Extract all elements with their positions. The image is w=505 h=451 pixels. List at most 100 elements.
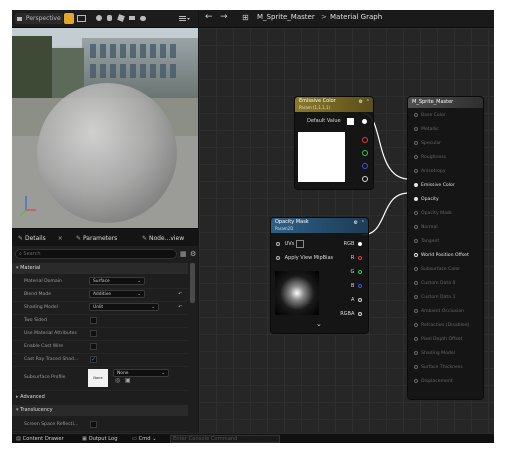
navigate-icon[interactable]: ◎ (115, 377, 120, 385)
input-pin-custom-data-0[interactable]: Custom Data 0 (414, 279, 455, 289)
show-icon[interactable] (77, 13, 91, 24)
emissive-color-node-header[interactable]: Emissive Color Param (1,1,1,1) ⚙ ⌃ (295, 97, 373, 112)
material-domain-dropdown[interactable]: Surface ⌄ (89, 277, 145, 285)
input-pin-custom-data-1[interactable]: Custom Data 1 (414, 293, 455, 303)
input-pin-displacement[interactable]: Displacement (414, 377, 453, 387)
section-translucency[interactable]: ▾ Translucency (12, 405, 188, 416)
back-arrow-icon[interactable]: ← (205, 12, 213, 22)
cast-ray-traced-checkbox[interactable]: ✓ (90, 356, 97, 363)
subsurface-thumbnail[interactable]: None (88, 369, 108, 387)
rgb-output[interactable]: RGB (344, 239, 362, 249)
tab-node-view[interactable]: ✎ Node...view (142, 232, 198, 245)
opacity-mask-node[interactable]: Opacity Mask Param2D ⚙ ⌃ UVs Apply View … (271, 218, 368, 333)
g-output[interactable]: G (351, 267, 362, 277)
plane-icon[interactable] (129, 13, 136, 24)
input-pin-tangent[interactable]: Tangent (414, 237, 439, 247)
input-pin-anisotropy[interactable]: Anisotropy (414, 167, 446, 177)
a-output-pin[interactable] (362, 176, 368, 182)
preview-viewport[interactable] (12, 28, 198, 228)
input-pin-shading-model[interactable]: Shading Model (414, 349, 455, 359)
input-pin-base-color[interactable]: Base Color (414, 111, 446, 121)
section-material[interactable]: ▾ Material (12, 263, 188, 274)
close-icon[interactable]: × (58, 235, 63, 242)
screen-space-reflections-checkbox[interactable] (90, 421, 97, 428)
enable-cast-wire-checkbox[interactable] (90, 343, 97, 350)
reset-icon[interactable]: ↶ (178, 288, 182, 301)
uvs-value-box[interactable] (295, 239, 304, 248)
pin-dot (414, 294, 418, 299)
console-input[interactable]: Enter Console Command (170, 435, 280, 443)
browse-icon[interactable]: ▣ (125, 377, 131, 385)
viewport-toolbar: Perspective (12, 10, 198, 28)
use-material-attributes-checkbox[interactable] (90, 330, 97, 337)
grid-view-icon[interactable]: ▦ (180, 250, 188, 258)
details-scrollbar[interactable] (190, 263, 195, 303)
search-placeholder: Search (23, 251, 41, 257)
blend-mode-label: Blend Mode (24, 292, 52, 297)
material-result-node[interactable]: M_Sprite_Master Base Color Metallic Spec… (408, 97, 483, 399)
section-advanced[interactable]: ▸ Advanced (12, 392, 188, 403)
g-output-pin[interactable] (362, 150, 368, 156)
cube-icon[interactable] (117, 13, 125, 24)
input-pin-pixel-depth-offset[interactable]: Pixel Depth Offset (414, 335, 462, 345)
rgb-output-pin[interactable] (362, 119, 367, 124)
b-output[interactable]: B (351, 281, 362, 291)
r-output[interactable]: R (351, 253, 362, 263)
input-label: Opacity Mask (421, 211, 452, 216)
input-label: Roughness (421, 155, 447, 160)
opacity-mask-node-header[interactable]: Opacity Mask Param2D ⚙ ⌃ (271, 218, 368, 233)
forward-arrow-icon[interactable]: → (220, 12, 228, 22)
settings-gear-icon[interactable]: ⚙ (190, 250, 198, 258)
input-pin-opacity-mask[interactable]: Opacity Mask (414, 209, 452, 219)
cmd-dropdown[interactable]: ▭ Cmd ⌄ (132, 434, 157, 443)
r-output-pin[interactable] (362, 137, 368, 143)
chevron-up-icon[interactable]: ⌃ (366, 99, 370, 105)
input-pin-normal[interactable]: Normal (414, 223, 438, 233)
input-pin-surface-thickness[interactable]: Surface Thickness (414, 363, 463, 373)
breadcrumb-asset[interactable]: M_Sprite_Master (257, 13, 315, 21)
hamburger-icon[interactable] (177, 13, 191, 24)
input-pin-opacity[interactable]: Opacity (414, 195, 439, 205)
blend-mode-dropdown[interactable]: Additive ⌄ (89, 290, 145, 298)
input-label: Anisotropy (421, 169, 446, 174)
b-output-pin[interactable] (362, 163, 368, 169)
gear-icon[interactable]: ⚙ (354, 220, 358, 226)
teapot-icon[interactable] (140, 13, 147, 24)
chevron-up-icon[interactable]: ⌃ (361, 220, 365, 226)
cylinder-icon[interactable] (107, 13, 114, 24)
reset-icon[interactable]: ↶ (178, 301, 182, 314)
section-translucency-label: Translucency (20, 407, 53, 413)
tab-details[interactable]: ✎ Details × (18, 232, 76, 245)
shading-model-dropdown[interactable]: Unlit ⌄ (89, 303, 159, 311)
cmd-label: Cmd (138, 436, 151, 442)
two-sided-checkbox[interactable] (90, 317, 97, 324)
search-input[interactable]: ⌕ Search (15, 249, 177, 259)
apply-view-mipbias-pin[interactable]: Apply View MipBias (276, 253, 333, 263)
input-pin-refraction[interactable]: Refraction (Disabled) (414, 321, 469, 331)
gear-icon[interactable]: ⚙ (359, 99, 363, 105)
perspective-dropdown[interactable]: Perspective (15, 13, 63, 24)
emissive-color-node[interactable]: Emissive Color Param (1,1,1,1) ⚙ ⌃ Defau… (295, 97, 373, 189)
subsurface-profile-dropdown[interactable]: None ⌄ (113, 369, 169, 377)
rgba-output[interactable]: RGBA (340, 309, 362, 319)
input-pin-specular[interactable]: Specular (414, 139, 441, 149)
default-value-swatch[interactable] (347, 118, 354, 125)
sphere-icon[interactable] (96, 13, 103, 24)
lit-icon[interactable] (64, 13, 74, 24)
a-output[interactable]: A (351, 295, 362, 305)
content-drawer-button[interactable]: ▤ Content Drawer (16, 434, 64, 443)
uvs-input-pin[interactable]: UVs (276, 239, 304, 249)
material-result-node-header[interactable]: M_Sprite_Master (408, 97, 483, 108)
input-pin-subsurface-color[interactable]: Subsurface Color (414, 265, 460, 275)
input-pin-roughness[interactable]: Roughness (414, 153, 446, 163)
input-pin-emissive-color[interactable]: Emissive Color (414, 181, 455, 191)
material-graph-canvas[interactable]: Emissive Color Param (1,1,1,1) ⚙ ⌃ Defau… (199, 28, 494, 433)
content-drawer-icon: ▤ (16, 436, 21, 442)
output-log-button[interactable]: ▣ Output Log (82, 434, 118, 443)
input-pin-metallic[interactable]: Metallic (414, 125, 439, 135)
breadcrumb-view[interactable]: Material Graph (330, 13, 382, 21)
input-pin-ambient-occlusion[interactable]: Ambient Occlusion (414, 307, 464, 317)
tab-parameters[interactable]: ✎ Parameters (76, 232, 142, 245)
input-pin-world-position-offset[interactable]: World Position Offset (414, 251, 469, 261)
chevron-down-icon[interactable]: ⌄ (316, 320, 322, 328)
